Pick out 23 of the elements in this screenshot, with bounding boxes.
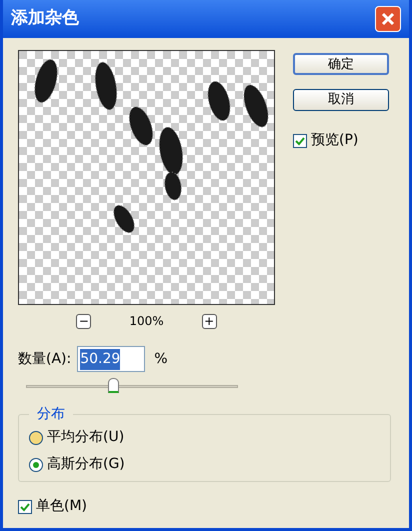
dialog-button[interactable]: 确定 — [293, 53, 389, 75]
amount-field[interactable]: 50.29 — [77, 346, 146, 372]
checkbox-box[interactable] — [18, 500, 32, 514]
checkbox[interactable]: 单色(M) — [18, 496, 394, 517]
radio-button[interactable] — [29, 458, 43, 472]
amount-label: 数量(A): — [18, 350, 72, 368]
dialog-button[interactable]: 取消 — [293, 89, 389, 111]
checkbox-box[interactable] — [293, 134, 307, 148]
check-icon — [20, 502, 30, 512]
zoom-level: 100% — [129, 313, 164, 330]
slider-thumb[interactable] — [108, 378, 119, 393]
radio-button[interactable] — [29, 430, 43, 444]
window-title: 添加杂色 — [11, 7, 79, 30]
radio-option[interactable]: 高斯分布(G) — [29, 454, 380, 475]
amount-slider[interactable] — [26, 378, 238, 394]
checkbox[interactable]: 预览(P) — [293, 130, 389, 151]
zoom-in-button[interactable]: + — [202, 314, 217, 328]
radio-option[interactable]: 平均分布(U) — [29, 427, 380, 448]
unit-label: % — [154, 350, 168, 368]
check-icon — [295, 136, 305, 146]
close-button[interactable] — [375, 6, 401, 32]
close-icon — [381, 12, 395, 26]
zoom-out-button[interactable]: − — [76, 314, 92, 328]
